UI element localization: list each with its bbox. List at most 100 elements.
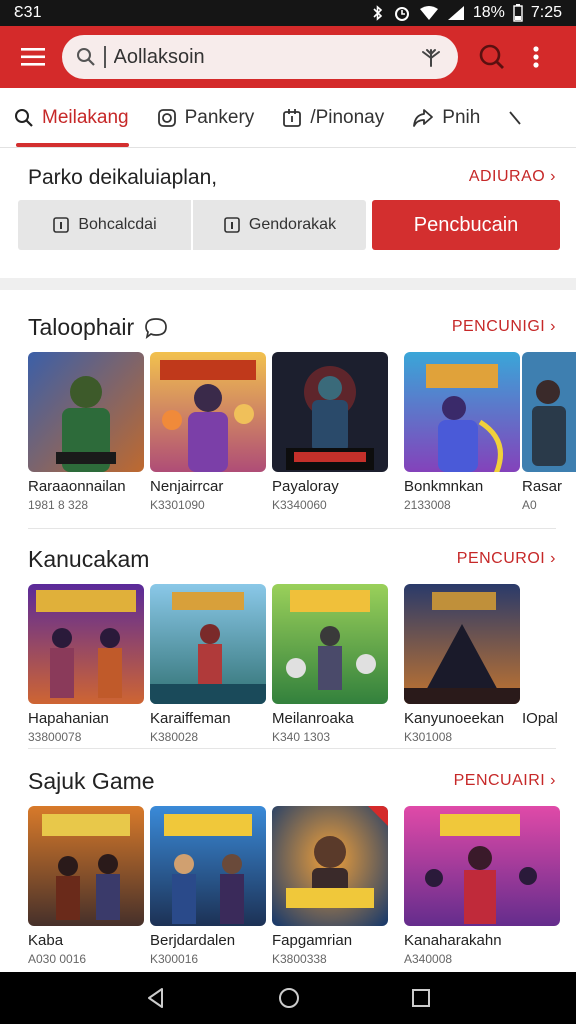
section-title: Taloophair	[28, 314, 135, 340]
wifi-icon	[419, 6, 438, 20]
game-card[interactable]: Berjdardalen K300016	[150, 806, 266, 966]
game-title: Kanaharakahn	[404, 932, 502, 949]
filter-link-label: ADIURAO	[468, 168, 546, 185]
game-thumbnail	[404, 806, 560, 926]
game-row: Kaba A030 0016 Berjdardalen K300016 Fapg…	[28, 806, 576, 976]
calendar-icon	[283, 108, 302, 127]
chevron-icon	[509, 110, 521, 125]
battery-icon	[513, 4, 523, 22]
bluetooth-icon	[373, 5, 383, 21]
game-title: Bonkmnkan	[404, 478, 484, 495]
tab-label: Meilakang	[42, 106, 129, 128]
game-thumbnail	[522, 352, 576, 472]
more-options-button[interactable]	[524, 37, 548, 77]
game-card[interactable]: Kaba A030 0016	[28, 806, 144, 966]
primary-action-button[interactable]: Pencbucain	[372, 200, 560, 250]
game-meta: K301008	[404, 730, 453, 744]
alarm-icon	[394, 7, 409, 21]
divider	[28, 528, 556, 529]
game-thumbnail	[272, 584, 388, 704]
section-separator	[0, 278, 576, 290]
search-icon	[77, 48, 95, 66]
chip-label: Gendorakak	[248, 216, 337, 233]
section-link-label: PENCUNIGI	[451, 318, 546, 335]
game-meta: K3340060	[272, 498, 327, 512]
game-card[interactable]: Bonkmnkan 2133008	[404, 352, 520, 512]
game-title: Meilanroaka	[272, 710, 354, 727]
section-see-all[interactable]: PENCUAIRI ›	[454, 772, 556, 790]
game-thumbnail	[404, 352, 520, 472]
search-button[interactable]	[472, 37, 512, 77]
back-icon[interactable]	[144, 986, 168, 1010]
game-title: Berjdardalen	[150, 932, 236, 949]
chip-gendorakak[interactable]: Gendorakak	[193, 200, 366, 250]
game-title: Raraaonnailan	[28, 478, 126, 495]
game-card[interactable]: Payaloray K3340060	[272, 352, 388, 512]
game-thumbnail	[28, 584, 144, 704]
section-title: Kanucakam	[28, 546, 150, 572]
game-card[interactable]: Kanaharakahn A340008	[404, 806, 560, 966]
game-card[interactable]: Karaiffeman K380028	[150, 584, 266, 744]
battery-percent: 18%	[472, 4, 505, 21]
share-icon	[413, 108, 434, 127]
cursor-divider	[104, 46, 106, 68]
search-icon	[479, 44, 504, 69]
voice-search-icon[interactable]	[418, 44, 444, 70]
section-see-all[interactable]: PENCUNIGI ›	[452, 318, 556, 336]
tab-overflow[interactable]	[494, 88, 536, 147]
tab-pankery[interactable]: Pankery	[143, 88, 269, 147]
game-card[interactable]: Fapgamrian K3800338	[272, 806, 388, 966]
game-title: IOpal	[522, 710, 558, 727]
game-thumbnail	[28, 806, 144, 926]
game-title: Kaba	[28, 932, 64, 949]
game-thumbnail	[28, 352, 144, 472]
section-see-all[interactable]: PENCUROI ›	[457, 550, 556, 568]
status-bar: Ɛ31 18% 7:25	[0, 0, 576, 26]
game-card[interactable]: IOpal	[522, 584, 576, 727]
tab-meilakang[interactable]: Meilakang	[0, 88, 143, 147]
hamburger-icon	[21, 48, 45, 66]
game-meta: 2133008	[404, 498, 451, 512]
game-meta: K340 1303	[272, 730, 331, 744]
game-card[interactable]: Hapahanian 33800078	[28, 584, 144, 744]
search-icon	[15, 108, 33, 127]
game-card[interactable]: Rasar A0	[522, 352, 576, 512]
game-title: Fapgamrian	[272, 932, 353, 949]
game-meta: K3800338	[272, 952, 327, 966]
game-thumbnail	[272, 806, 388, 926]
game-title: Kanyunoeekan	[404, 710, 505, 727]
game-thumbnail	[150, 806, 266, 926]
game-thumbnail	[272, 352, 388, 472]
section-link-label: PENCUROI	[456, 550, 546, 567]
game-card[interactable]: Raraaonnailan 1981 8 328	[28, 352, 144, 512]
menu-button[interactable]	[14, 38, 52, 76]
status-left: Ɛ31	[14, 4, 42, 21]
tab-label: /Pinonay	[310, 106, 385, 128]
game-thumbnail	[150, 352, 266, 472]
tab-label: Pnih	[442, 106, 481, 128]
game-meta: 33800078	[28, 730, 82, 744]
game-meta: K380028	[150, 730, 199, 744]
game-card[interactable]: Nenjairrcar K3301090	[150, 352, 266, 512]
game-thumbnail	[150, 584, 266, 704]
game-row: Hapahanian 33800078 Karaiffeman K380028 …	[28, 584, 576, 754]
game-card[interactable]: Meilanroaka K340 1303	[272, 584, 388, 744]
filter-heading: Parko deikaluiaplan,	[28, 166, 218, 189]
game-card[interactable]: Kanyunoeekan K301008	[404, 584, 520, 744]
game-meta: A340008	[404, 952, 453, 966]
search-bar[interactable]	[62, 35, 458, 79]
tab-label: Pankery	[184, 106, 255, 128]
game-meta: K3301090	[150, 498, 205, 512]
chip-label: Bohcalcdai	[78, 216, 157, 233]
filter-link[interactable]: ADIURAO ›	[469, 168, 556, 186]
search-input[interactable]	[113, 45, 418, 69]
divider	[28, 748, 556, 749]
recents-icon[interactable]	[410, 987, 432, 1009]
signal-icon	[447, 6, 464, 20]
home-icon[interactable]	[277, 986, 301, 1010]
game-title: Karaiffeman	[150, 710, 231, 727]
section-title: Sajuk Game	[28, 768, 155, 794]
tab-pinonay[interactable]: /Pinonay	[268, 88, 398, 147]
chip-bohcalcdai[interactable]: Bohcalcdai	[18, 200, 191, 250]
tab-pnih[interactable]: Pnih	[398, 88, 494, 147]
